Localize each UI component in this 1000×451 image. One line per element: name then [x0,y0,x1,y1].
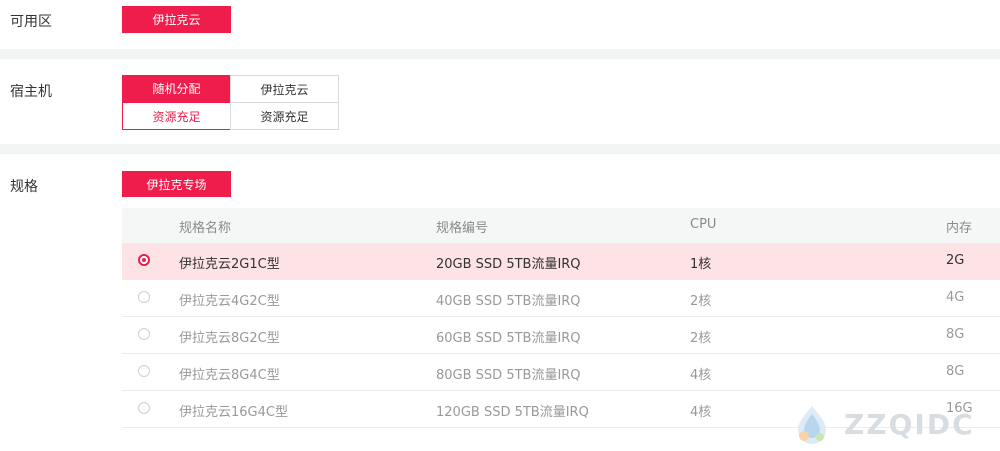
memory-cell: 4G [946,290,965,305]
radio-selected[interactable] [138,254,150,266]
cpu-cell: 1核 [690,257,712,272]
spec-name-cell: 伊拉克云8G2C型 [179,331,280,346]
radio-unselected[interactable] [138,291,150,303]
availability-zone-section: 可用区 伊拉克云 [0,0,1000,49]
spec-category-button[interactable]: 伊拉克专场 [122,171,231,197]
spec-code-cell: 120GB SSD 5TB流量IRQ [436,405,589,420]
table-row[interactable]: 伊拉克云2G1C型 20GB SSD 5TB流量IRQ 1核 2G [122,243,1000,280]
memory-cell: 8G [946,364,965,379]
watermark-logo-icon [798,406,826,444]
memory-cell: 2G [946,253,965,268]
header-spec-code: 规格编号 [436,221,489,236]
spec-code-cell: 20GB SSD 5TB流量IRQ [436,257,581,272]
header-cpu: CPU [690,217,717,232]
cpu-cell: 4核 [690,368,712,383]
spec-name-cell: 伊拉克云8G4C型 [179,368,280,383]
watermark: ZZQIDC [790,402,990,446]
host-option-random-name[interactable]: 随机分配 [122,75,231,102]
spec-name-cell: 伊拉克云2G1C型 [179,257,280,272]
table-row[interactable]: 伊拉克云4G2C型 40GB SSD 5TB流量IRQ 2核 4G [122,280,1000,317]
radio-unselected[interactable] [138,402,150,414]
header-spec-name: 规格名称 [179,221,232,236]
header-memory: 内存 [946,221,973,236]
memory-cell: 8G [946,327,965,342]
table-row[interactable]: 伊拉克云8G4C型 80GB SSD 5TB流量IRQ 4核 8G [122,354,1000,391]
page: 可用区 伊拉克云 宿主机 随机分配 资源充足 伊拉克云 资源充足 规格 伊拉克专… [0,0,1000,451]
zone-option-button[interactable]: 伊拉克云 [122,6,231,33]
cpu-cell: 4核 [690,405,712,420]
spec-label: 规格 [10,179,38,195]
table-header: 规格名称 规格编号 CPU 内存 [122,208,1000,243]
section-divider [0,49,1000,59]
spec-code-cell: 80GB SSD 5TB流量IRQ [436,368,581,383]
table-row[interactable]: 伊拉克云8G2C型 60GB SSD 5TB流量IRQ 2核 8G [122,317,1000,354]
availability-zone-label: 可用区 [10,14,52,30]
spec-code-cell: 40GB SSD 5TB流量IRQ [436,294,581,309]
host-section: 宿主机 随机分配 资源充足 伊拉克云 资源充足 [0,59,1000,144]
section-divider [0,144,1000,154]
spec-name-cell: 伊拉克云16G4C型 [179,405,288,420]
host-option-iraq-name[interactable]: 伊拉克云 [230,75,339,103]
spec-name-cell: 伊拉克云4G2C型 [179,294,280,309]
host-option-random-status[interactable]: 资源充足 [122,102,231,130]
cpu-cell: 2核 [690,294,712,309]
host-option-iraq-status[interactable]: 资源充足 [230,102,339,130]
host-label: 宿主机 [10,84,52,100]
radio-unselected[interactable] [138,328,150,340]
watermark-text: ZZQIDC [844,408,975,441]
cpu-cell: 2核 [690,331,712,346]
radio-unselected[interactable] [138,365,150,377]
spec-table: 规格名称 规格编号 CPU 内存 伊拉克云2G1C型 20GB SSD 5TB流… [122,208,1000,428]
spec-code-cell: 60GB SSD 5TB流量IRQ [436,331,581,346]
